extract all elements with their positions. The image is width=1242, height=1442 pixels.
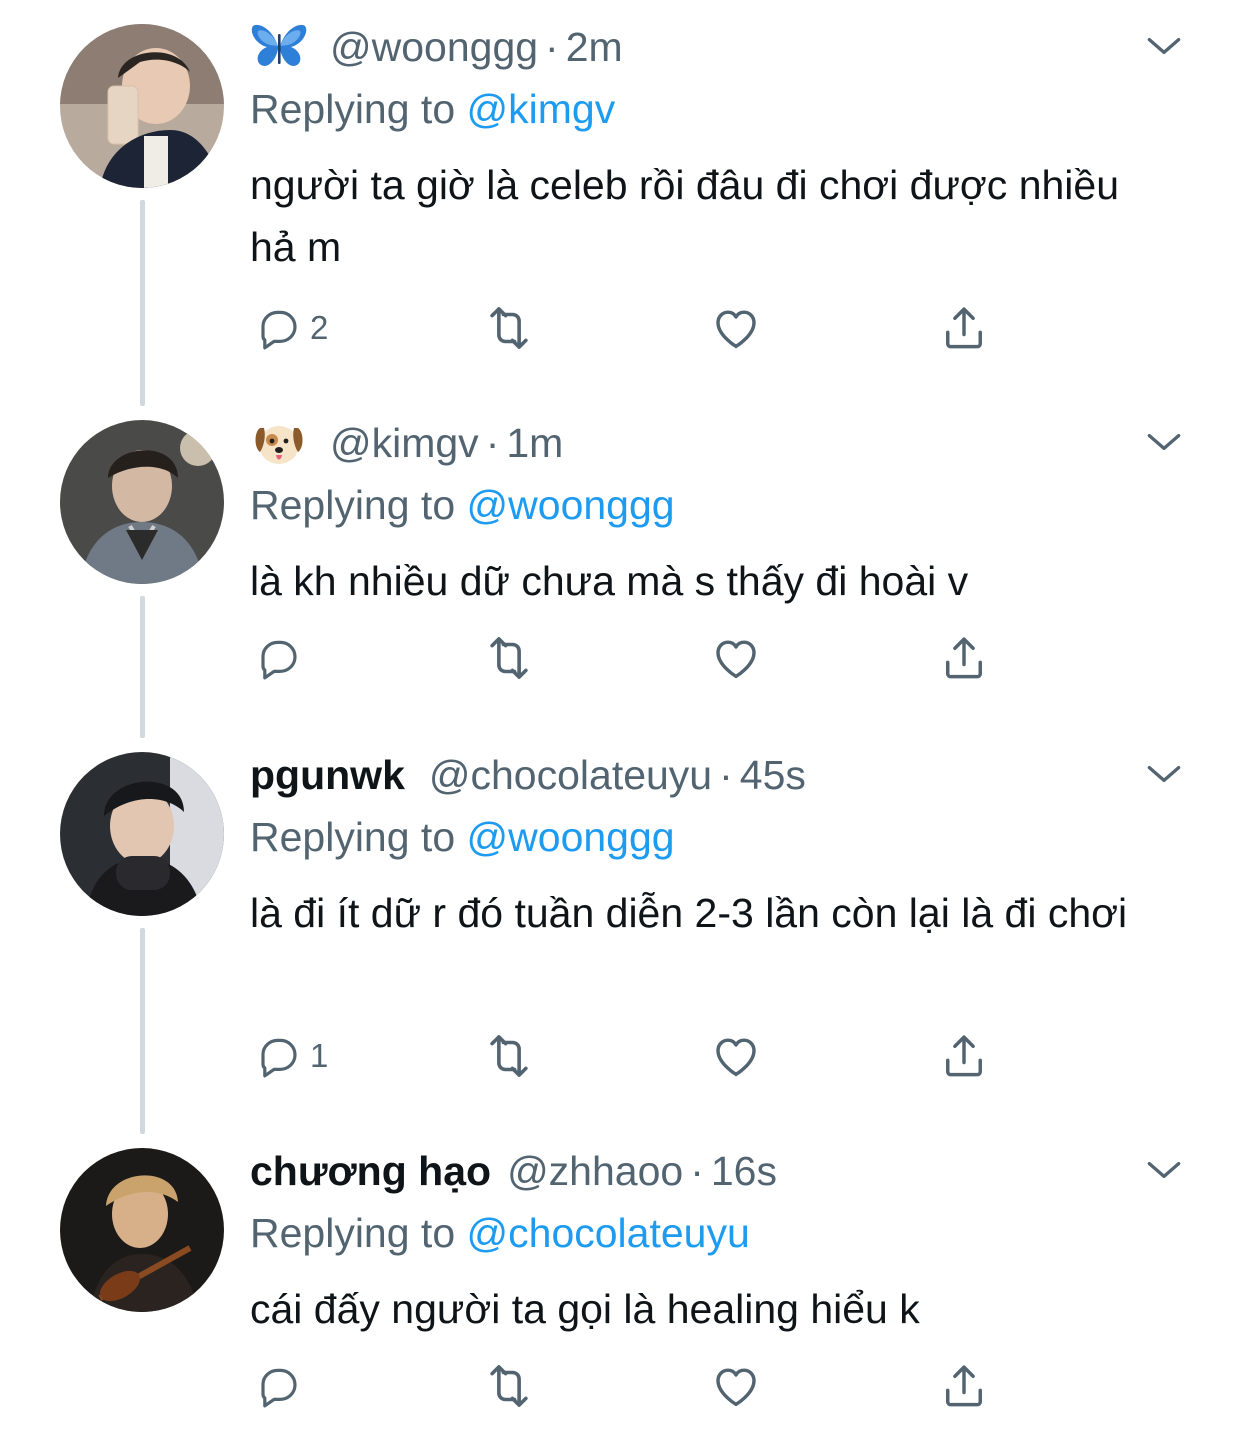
replying-to: Replying to @chocolateuyu	[250, 1210, 750, 1257]
tweet-header: pgunwk @chocolateuyu · 45s	[250, 748, 806, 802]
dog-face-icon	[250, 418, 308, 468]
tweet-text: là đi ít dữ r đó tuần diễn 2-3 lần còn l…	[250, 890, 1128, 936]
like-button[interactable]	[710, 1026, 762, 1086]
mention-link[interactable]: @woonggg	[467, 482, 675, 528]
reply-icon	[254, 634, 302, 682]
share-icon	[938, 302, 990, 354]
share-button[interactable]	[938, 628, 990, 688]
retweet-button[interactable]	[482, 1026, 536, 1086]
mention-link[interactable]: @kimgv	[467, 86, 616, 132]
tweet-item[interactable]: @woonggg · 2m Replying to @kimgv người t…	[0, 0, 1242, 400]
retweet-icon	[482, 631, 536, 685]
tweet-item[interactable]: @kimgv · 1m Replying to @woonggg là kh n…	[0, 396, 1242, 732]
chevron-down-icon[interactable]	[1142, 24, 1186, 68]
avatar[interactable]	[60, 752, 224, 916]
share-button[interactable]	[938, 1356, 990, 1416]
reply-button[interactable]	[254, 628, 310, 688]
replying-label: Replying to	[250, 814, 456, 860]
heart-icon	[710, 302, 762, 354]
replying-to: Replying to @woonggg	[250, 482, 675, 529]
tweet-text: là kh nhiều dữ chưa mà s thấy đi hoài v	[250, 558, 969, 604]
separator-dot: ·	[485, 419, 500, 466]
timestamp[interactable]: 45s	[740, 752, 806, 799]
share-button[interactable]	[938, 298, 990, 358]
display-name[interactable]: chương hạo	[250, 1148, 491, 1195]
tweet-header: @kimgv · 1m	[250, 416, 563, 470]
retweet-icon	[482, 301, 536, 355]
reply-icon	[254, 304, 302, 352]
timestamp[interactable]: 16s	[711, 1148, 777, 1195]
like-button[interactable]	[710, 1356, 762, 1416]
user-handle[interactable]: @chocolateuyu	[429, 752, 712, 799]
tweet-actions	[250, 1356, 1010, 1416]
separator-dot: ·	[690, 1147, 704, 1194]
reply-count: 1	[310, 1037, 329, 1074]
chevron-down-icon[interactable]	[1142, 752, 1186, 796]
share-icon	[938, 632, 990, 684]
retweet-button[interactable]	[482, 298, 536, 358]
retweet-icon	[482, 1029, 536, 1083]
avatar[interactable]	[60, 420, 224, 584]
share-button[interactable]	[938, 1026, 990, 1086]
chevron-down-icon[interactable]	[1142, 420, 1186, 464]
retweet-button[interactable]	[482, 628, 536, 688]
tweet-actions: 1	[250, 1026, 1010, 1086]
mention-link[interactable]: @woonggg	[467, 814, 675, 860]
tweet-header: @woonggg · 2m	[250, 20, 623, 74]
replying-label: Replying to	[250, 1210, 456, 1256]
retweet-button[interactable]	[482, 1356, 536, 1416]
tweet-actions: 2	[250, 298, 1010, 358]
user-handle[interactable]: @woonggg	[330, 24, 538, 71]
share-icon	[938, 1030, 990, 1082]
chevron-down-icon[interactable]	[1142, 1148, 1186, 1192]
avatar[interactable]	[60, 24, 224, 188]
timestamp[interactable]: 2m	[566, 24, 623, 71]
heart-icon	[710, 1360, 762, 1412]
tweet-text: người ta giờ là celeb rồi đâu đi chơi đư…	[250, 162, 1120, 270]
heart-icon	[710, 632, 762, 684]
avatar[interactable]	[60, 1148, 224, 1312]
tweet-item[interactable]: pgunwk @chocolateuyu · 45s Replying to @…	[0, 728, 1242, 1128]
heart-icon	[710, 1030, 762, 1082]
replying-label: Replying to	[250, 482, 456, 528]
user-handle[interactable]: @zhhaoo	[507, 1148, 683, 1195]
replying-to: Replying to @woonggg	[250, 814, 675, 861]
like-button[interactable]	[710, 298, 762, 358]
user-handle[interactable]: @kimgv	[330, 420, 479, 467]
separator-dot: ·	[545, 23, 559, 70]
replying-to: Replying to @kimgv	[250, 86, 615, 133]
display-name[interactable]: pgunwk	[250, 752, 405, 799]
reply-button[interactable]	[254, 1356, 310, 1416]
separator-dot: ·	[719, 751, 733, 798]
reply-icon	[254, 1362, 302, 1410]
blue-butterfly-icon	[250, 22, 308, 72]
replying-label: Replying to	[250, 86, 456, 132]
reply-button[interactable]: 1	[254, 1026, 328, 1086]
tweet-text: cái đấy người ta gọi là healing hiểu k	[250, 1286, 920, 1332]
reply-button[interactable]: 2	[254, 298, 328, 358]
tweet-item[interactable]: chương hạo @zhhaoo · 16s Replying to @ch…	[0, 1124, 1242, 1442]
mention-link[interactable]: @chocolateuyu	[467, 1210, 750, 1256]
reply-count: 2	[310, 309, 329, 346]
timestamp[interactable]: 1m	[506, 420, 563, 467]
share-icon	[938, 1360, 990, 1412]
reply-icon	[254, 1032, 302, 1080]
tweet-header: chương hạo @zhhaoo · 16s	[250, 1144, 777, 1198]
tweet-actions	[250, 628, 1010, 688]
retweet-icon	[482, 1359, 536, 1413]
like-button[interactable]	[710, 628, 762, 688]
